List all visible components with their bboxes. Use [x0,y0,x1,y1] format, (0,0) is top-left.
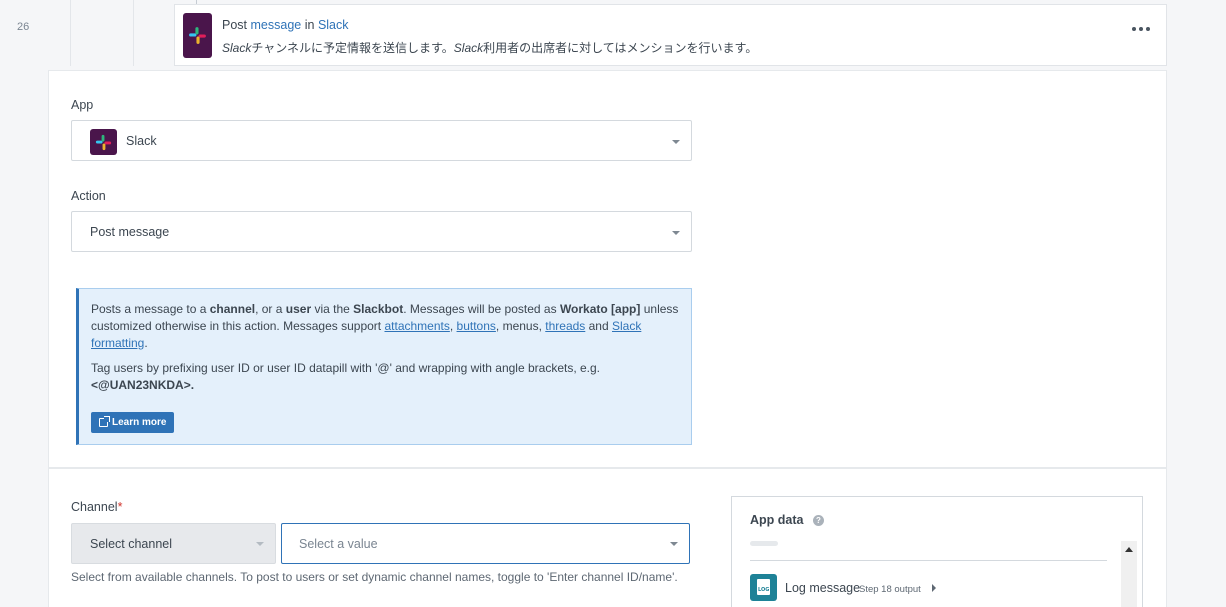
required-marker: * [117,500,123,514]
channel-field-label: Channel* [71,500,123,514]
chevron-right-icon[interactable] [932,584,936,592]
app-data-panel: App data ? LOG Log message Step 18 outpu… [731,496,1143,607]
action-field-label: Action [71,189,106,203]
datapill-group-meta: Step 18 output [859,584,921,595]
external-link-icon [99,416,110,427]
chevron-down-icon [672,231,680,235]
step-title: Post message in Slack [222,18,349,32]
datapill-search-input[interactable] [750,541,778,546]
action-select-value: Post message [90,225,170,239]
channel-value-placeholder: Select a value [299,537,378,551]
datapill-group-label[interactable]: Log message [785,581,860,595]
app-field-label: App [71,98,94,112]
rail-line-left [70,0,71,66]
app-data-title: App data [750,513,804,527]
scroll-up-icon[interactable] [1125,547,1133,552]
app-data-scrollbar[interactable] [1121,541,1137,607]
chevron-down-icon [256,542,264,546]
attachments-link[interactable]: attachments [384,319,449,333]
slack-logo-icon [183,13,212,58]
step-header-card[interactable]: Post message in Slack Slackチャンネルに予定情報を送信… [174,4,1167,66]
step-description: Slackチャンネルに予定情報を送信します。Slack利用者の出席者に対してはメ… [222,41,758,55]
action-select[interactable]: Post message [71,211,692,252]
more-horizontal-icon[interactable] [1132,27,1150,31]
step-title-app: Slack [317,18,349,32]
help-icon[interactable]: ? [813,515,824,526]
step-title-action: message [250,18,302,32]
app-select-value: Slack [126,134,157,148]
channel-field-hint: Select from available channels. To post … [71,570,678,584]
info-paragraph-1: Posts a message to a channel, or a user … [91,302,679,350]
chevron-down-icon [670,542,678,546]
app-select[interactable]: Slack [71,120,692,161]
channel-mode-value: Select channel [90,537,173,551]
app-data-divider [750,560,1107,561]
action-info-callout: Posts a message to a channel, or a user … [76,288,692,445]
threads-link[interactable]: threads [545,319,585,333]
channel-mode-select[interactable]: Select channel [71,523,276,564]
learn-more-button[interactable]: Learn more [91,412,175,433]
log-document-icon: LOG [750,574,777,601]
step-number: 26 [17,21,30,33]
slack-logo-icon [90,129,117,155]
buttons-link[interactable]: buttons [457,319,496,333]
chevron-down-icon [672,140,680,144]
rail-line-right [133,0,134,66]
channel-value-select[interactable]: Select a value [281,523,690,564]
info-paragraph-2: Tag users by prefixing user ID or user I… [91,361,601,392]
